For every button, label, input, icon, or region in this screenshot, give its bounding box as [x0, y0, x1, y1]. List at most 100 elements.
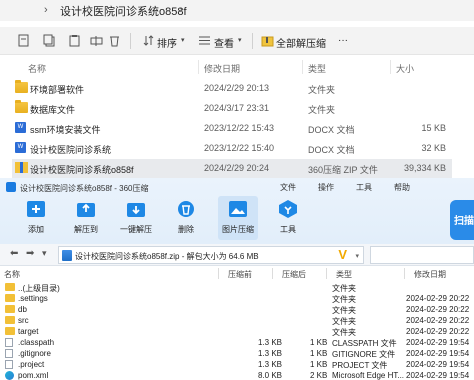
tools-label: 工具 [280, 225, 296, 234]
column-divider[interactable] [272, 268, 273, 279]
list-item-selected[interactable]: 设计校医院问诊系统o858f 2024/2/29 20:24 360压缩 ZIP… [12, 159, 452, 178]
rename-icon[interactable] [90, 34, 103, 47]
list-item[interactable]: 数据库文件 2024/3/17 23:31 文件夹 [12, 99, 452, 118]
menu-operate[interactable]: 操作 [318, 182, 334, 193]
file-type: DOCX 文档 [308, 125, 355, 135]
delete-icon[interactable] [108, 34, 121, 47]
entry-date: 2024-02-29 19:54 [406, 338, 470, 347]
explorer-column-header: 名称 修改日期 类型 大小 [0, 58, 474, 76]
table-row[interactable]: db 文件夹 2024-02-29 20:22 [0, 304, 474, 315]
view-icon[interactable] [198, 34, 211, 47]
add-button[interactable]: 添加 [16, 196, 56, 240]
chevron-down-icon[interactable]: ▾ [42, 248, 47, 259]
entry-date: 2024-02-29 20:22 [406, 294, 470, 303]
entry-type: Microsoft Edge HT... [332, 371, 405, 380]
scan-button[interactable]: 扫描 [450, 200, 474, 240]
archive-path: 设计校医院问诊系统o858f.zip - 解包大小为 64.6 MB [75, 252, 259, 261]
zip-address-bar: ⬅ ➡ ▾ 设计校医院问诊系统o858f.zip - 解包大小为 64.6 MB… [0, 244, 474, 266]
more-button[interactable]: ··· [338, 35, 348, 46]
chevron-down-icon[interactable]: ▾ [181, 36, 185, 44]
zip-icon [15, 162, 28, 173]
extract-icon[interactable] [261, 34, 274, 47]
list-item[interactable]: 环境部署软件 2024/2/29 20:13 文件夹 [12, 79, 452, 98]
column-divider[interactable] [390, 60, 391, 74]
explorer-toolbar: 排序 ▾ 查看 ▾ 全部解压缩 ··· [0, 27, 474, 55]
image-compress-button[interactable]: 图片压缩 [218, 196, 258, 240]
table-row[interactable]: .settings 文件夹 2024-02-29 20:22 [0, 293, 474, 304]
tools-icon [279, 200, 297, 218]
list-item[interactable]: W ssm环境安装文件 2023/12/22 15:43 DOCX 文档 15 … [12, 119, 452, 138]
list-item[interactable]: W 设计校医院问诊系统 2023/12/22 15:40 DOCX 文档 32 … [12, 139, 452, 158]
column-compressed[interactable]: 压缩前 [228, 269, 252, 280]
column-date[interactable]: 修改日期 [414, 269, 446, 280]
file-name: 设计校医院问诊系统 [30, 145, 112, 155]
cut-icon[interactable] [17, 34, 30, 47]
table-row[interactable]: pom.xml 8.0 KB 2 KB Microsoft Edge HT...… [0, 370, 474, 380]
image-compress-icon [229, 201, 247, 217]
entry-name: src [18, 316, 29, 325]
entry-compressed: 1.3 KB [258, 338, 283, 347]
table-row[interactable]: .classpath 1.3 KB 1 KB CLASSPATH 文件 2024… [0, 337, 474, 348]
tools-button[interactable]: 工具 [268, 196, 308, 240]
back-arrow-icon[interactable]: ⬅ [10, 248, 18, 259]
column-divider[interactable] [302, 60, 303, 74]
docx-icon: W [15, 122, 26, 133]
column-divider[interactable] [218, 268, 219, 279]
paste-icon[interactable] [68, 34, 81, 47]
path-field[interactable]: 设计校医院问诊系统o858f.zip - 解包大小为 64.6 MB V ▾ [58, 246, 364, 264]
delete-label: 删除 [178, 225, 194, 234]
folder-icon [15, 80, 28, 93]
copy-icon[interactable] [43, 34, 56, 47]
column-type[interactable]: 类型 [308, 62, 326, 75]
menu-help[interactable]: 帮助 [394, 182, 410, 193]
file-date: 2024/2/29 20:24 [204, 163, 270, 173]
column-name[interactable]: 名称 [4, 269, 20, 280]
entry-name: .settings [18, 294, 48, 303]
sort-icon[interactable] [142, 34, 155, 47]
file-size: 39,334 KB [403, 163, 446, 173]
extract-to-button[interactable]: 解压到 [66, 196, 106, 240]
column-divider[interactable] [326, 268, 327, 279]
zip-window-title: 设计校医院问诊系统o858f - 360压缩 [20, 184, 149, 193]
forward-arrow-icon[interactable]: ➡ [26, 248, 34, 259]
delete-button[interactable]: 删除 [166, 196, 206, 240]
file-date: 2023/12/22 15:43 [204, 123, 275, 133]
column-type[interactable]: 类型 [336, 269, 352, 280]
column-divider[interactable] [404, 268, 405, 279]
table-row[interactable]: target 文件夹 2024-02-29 20:22 [0, 326, 474, 337]
file-type: 文件夹 [308, 85, 336, 95]
column-name[interactable]: 名称 [28, 62, 46, 75]
chevron-down-icon[interactable]: ▾ [355, 252, 359, 260]
column-after[interactable]: 压缩后 [282, 269, 306, 280]
one-click-extract-label: 一键解压 [120, 225, 152, 234]
menu-file[interactable]: 文件 [280, 182, 296, 193]
folder-icon [15, 100, 28, 113]
column-date[interactable]: 修改日期 [204, 62, 240, 75]
entry-compressed: 1.3 KB [258, 360, 283, 369]
table-row[interactable]: .project 1.3 KB 1 KB PROJECT 文件 2024-02-… [0, 359, 474, 370]
table-row[interactable]: .gitignore 1.3 KB 1 KB GITIGNORE 文件 2024… [0, 348, 474, 359]
toolbar-divider [130, 33, 131, 49]
entry-name: .project [18, 360, 45, 369]
verified-icon: V [338, 247, 347, 262]
chevron-down-icon[interactable]: ▾ [238, 36, 242, 44]
one-click-extract-button[interactable]: 一键解压 [116, 196, 156, 240]
entry-after: 1 KB [310, 360, 328, 369]
file-icon [5, 338, 13, 347]
table-row[interactable]: ..(上级目录) 文件夹 [0, 282, 474, 293]
breadcrumb[interactable]: 设计校医院问诊系统o858f [60, 3, 187, 19]
column-divider[interactable] [198, 60, 199, 74]
chevron-right-icon[interactable]: › [44, 4, 48, 16]
view-button[interactable]: 查看 [214, 35, 234, 50]
entry-name: .gitignore [18, 349, 51, 358]
column-size[interactable]: 大小 [396, 62, 414, 75]
entry-after: 1 KB [310, 338, 328, 347]
sort-button[interactable]: 排序 [157, 35, 177, 50]
entry-name: .classpath [18, 338, 55, 347]
search-input[interactable] [370, 246, 474, 264]
extract-all-button[interactable]: 全部解压缩 [276, 35, 326, 50]
table-row[interactable]: src 文件夹 2024-02-29 20:22 [0, 315, 474, 326]
menu-tools[interactable]: 工具 [356, 182, 372, 193]
chevron-right-icon[interactable]: › [179, 4, 183, 16]
extract-to-icon [77, 203, 95, 217]
